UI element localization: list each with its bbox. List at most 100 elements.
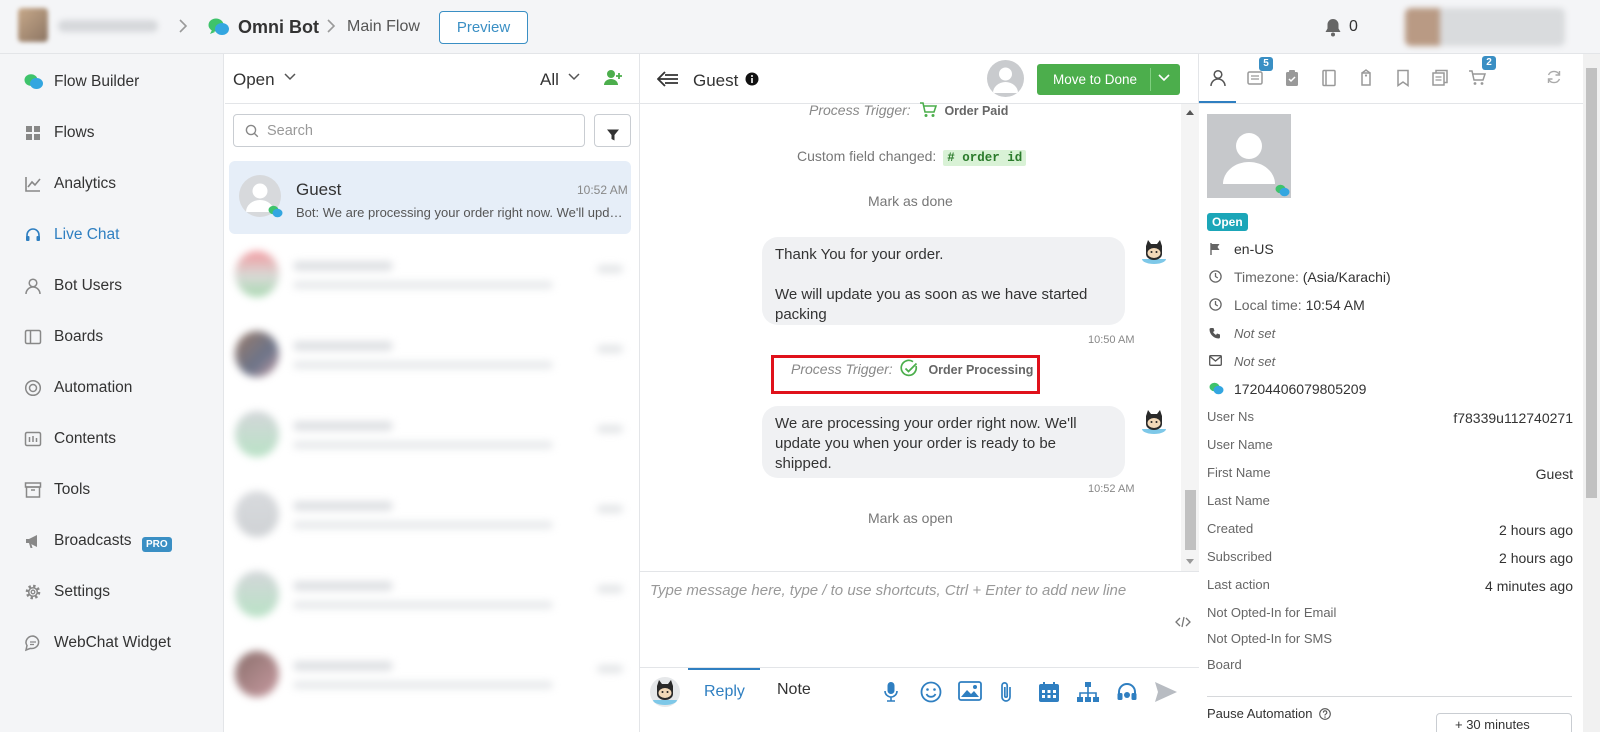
code-icon[interactable]	[1175, 616, 1191, 628]
workspace-name[interactable]	[58, 20, 158, 32]
scroll-thumb[interactable]	[1185, 490, 1196, 550]
tab-reply[interactable]: Reply	[688, 668, 760, 714]
help-icon[interactable]	[1319, 708, 1332, 720]
flow-tree-icon[interactable]	[1076, 681, 1100, 703]
move-to-done-button[interactable]: Move to Done	[1037, 64, 1180, 95]
sidebar-item-label: Contents	[54, 430, 117, 447]
user-menu[interactable]	[1405, 8, 1565, 46]
headset-icon	[24, 226, 42, 244]
assign-filter-dropdown[interactable]: All	[540, 70, 559, 90]
chevron-down-icon[interactable]	[1158, 74, 1170, 82]
list-item[interactable]	[225, 479, 640, 551]
check-circle-icon	[900, 359, 919, 378]
chevron-down-icon[interactable]	[568, 73, 580, 81]
status-badge: Open	[1207, 213, 1248, 231]
top-bar: Omni Bot Main Flow Preview 0	[0, 0, 1600, 54]
field-label: First Name	[1207, 465, 1271, 480]
preview-button[interactable]: Preview	[439, 11, 528, 44]
list-item[interactable]	[225, 399, 640, 471]
sidebar-item-label: Tools	[54, 481, 91, 498]
add-user-icon[interactable]	[603, 69, 623, 86]
channel-badge-icon	[1275, 184, 1290, 197]
calendar-icon[interactable]	[1038, 681, 1060, 703]
tab-tag-icon[interactable]	[1357, 69, 1375, 87]
profile-scrollbar[interactable]	[1583, 54, 1600, 732]
list-item[interactable]	[225, 639, 640, 711]
filter-button[interactable]	[594, 114, 631, 147]
refresh-icon[interactable]	[1546, 69, 1562, 85]
workspace-avatar[interactable]	[18, 8, 48, 42]
sidebar-item-contents[interactable]: Contents	[0, 419, 224, 459]
list-item[interactable]	[225, 319, 640, 391]
support-headset-icon[interactable]	[1116, 681, 1138, 703]
scroll-down-icon[interactable]	[1186, 559, 1194, 565]
envelope-icon	[1209, 355, 1222, 366]
sidebar-item-webchat-widget[interactable]: WebChat Widget	[0, 623, 224, 663]
field-value[interactable]: f78339u112740271	[1453, 410, 1573, 426]
field-label: Board	[1207, 657, 1242, 672]
sidebar-item-broadcasts[interactable]: Broadcasts PRO	[0, 521, 224, 561]
chat-scrollbar[interactable]	[1181, 104, 1199, 571]
info-icon[interactable]	[745, 72, 759, 86]
sidebar-item-flow-builder[interactable]: Flow Builder	[0, 62, 224, 102]
status-filter-dropdown[interactable]: Open	[233, 70, 275, 90]
sidebar-item-flows[interactable]: Flows	[0, 113, 224, 153]
composer-toolbar: Reply Note	[640, 667, 1199, 717]
field-value[interactable]: Guest	[1536, 466, 1573, 482]
sidebar-item-settings[interactable]: Settings	[0, 572, 224, 612]
sidebar-item-automation[interactable]: Automation	[0, 368, 224, 408]
tab-note[interactable]: Note	[777, 681, 811, 699]
tab-documents-icon[interactable]	[1431, 69, 1449, 87]
send-icon[interactable]	[1154, 681, 1178, 703]
list-item[interactable]	[225, 559, 640, 631]
assignee-avatar[interactable]	[987, 60, 1024, 97]
search-box[interactable]	[233, 114, 585, 147]
attachment-icon[interactable]	[999, 681, 1013, 703]
field-value: 2 hours ago	[1499, 522, 1573, 538]
search-input[interactable]	[267, 122, 567, 139]
bell-icon[interactable]	[1324, 18, 1342, 37]
tab-book-icon[interactable]	[1320, 69, 1338, 87]
chat-title: Guest	[693, 71, 739, 90]
back-arrow-icon[interactable]	[657, 71, 679, 87]
clock-icon	[1209, 298, 1222, 311]
message-bubble: Thank You for your order. We will update…	[762, 237, 1125, 325]
emoji-icon[interactable]	[920, 681, 942, 703]
sidebar-item-analytics[interactable]: Analytics	[0, 164, 224, 204]
field-label: Not Opted-In for SMS	[1207, 631, 1332, 646]
tab-bookmark-icon[interactable]	[1394, 69, 1412, 87]
sidebar-item-bot-users[interactable]: Bot Users	[0, 266, 224, 306]
microphone-icon[interactable]	[884, 681, 898, 703]
cart-icon	[919, 102, 937, 118]
sidebar-item-tools[interactable]: Tools	[0, 470, 224, 510]
chat-bubble-icon	[24, 634, 42, 652]
sidebar-item-label: Analytics	[54, 175, 117, 192]
message-input[interactable]	[650, 582, 1170, 652]
custom-field-tag[interactable]: # order id	[943, 150, 1027, 166]
move-to-done-label: Move to Done	[1053, 72, 1138, 87]
clock-icon	[1209, 270, 1222, 283]
notification-count[interactable]: 0	[1349, 18, 1358, 36]
list-item[interactable]	[225, 239, 640, 311]
profile-panel: 5 2 Open en-US Timezone: (Asia/Karachi) …	[1199, 54, 1600, 732]
chevron-down-icon[interactable]	[284, 73, 296, 81]
agent-avatar	[650, 677, 680, 707]
conversation-item-active[interactable]: Guest 10:52 AM Bot: We are processing yo…	[229, 161, 631, 234]
tab-cart-icon[interactable]	[1468, 69, 1486, 87]
pause-duration-select[interactable]: + 30 minutes	[1436, 713, 1572, 732]
image-icon[interactable]	[958, 681, 982, 701]
sidebar-item-label: Broadcasts	[54, 532, 132, 549]
tab-notes-icon[interactable]	[1246, 69, 1264, 87]
breadcrumb-bot-name[interactable]: Omni Bot	[238, 17, 319, 38]
scroll-thumb[interactable]	[1586, 68, 1597, 498]
tab-profile-user-icon[interactable]	[1209, 69, 1227, 87]
orders-count-badge: 2	[1482, 56, 1496, 70]
locale-flag-icon	[1209, 242, 1223, 256]
chevron-right-icon	[326, 18, 340, 34]
sidebar-item-boards[interactable]: Boards	[0, 317, 224, 357]
scroll-up-icon[interactable]	[1186, 109, 1194, 115]
conversation-time: 10:52 AM	[577, 183, 628, 197]
tab-tasks-icon[interactable]	[1283, 69, 1301, 87]
sidebar-item-live-chat[interactable]: Live Chat	[0, 215, 224, 255]
breadcrumb-flow-name[interactable]: Main Flow	[347, 18, 420, 36]
